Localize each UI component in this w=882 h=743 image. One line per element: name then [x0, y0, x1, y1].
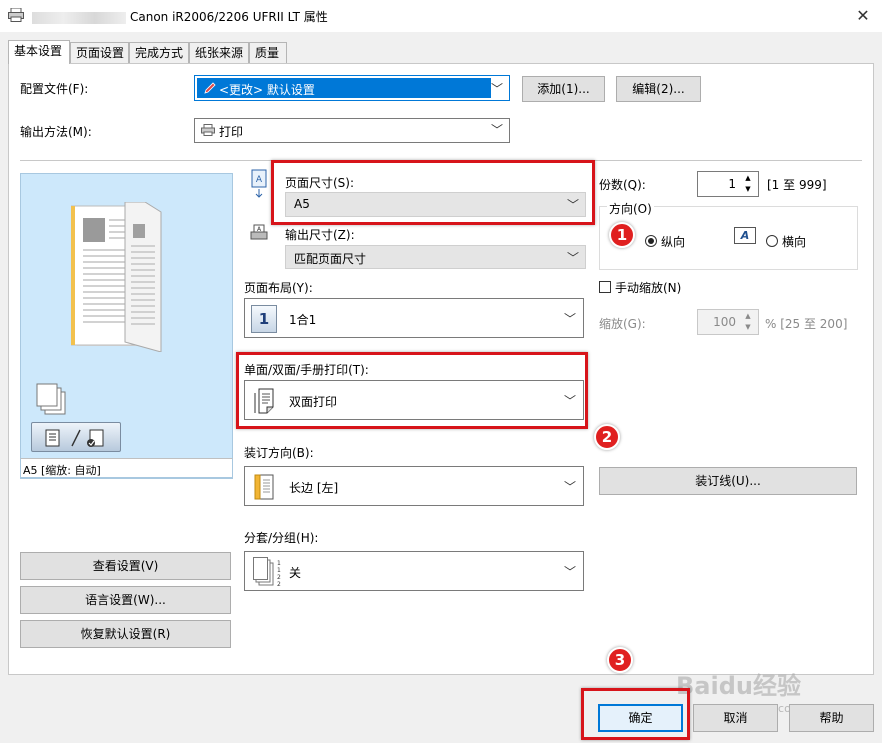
page-size-icon: A [251, 169, 267, 198]
scaling-range: % [25 至 200] [765, 317, 848, 331]
output-method-value: 打印 [219, 125, 244, 139]
page-layout-icon: 1 [251, 305, 277, 333]
output-size-select[interactable]: 匹配页面尺寸 ﹀ [285, 245, 586, 269]
spin-up-icon[interactable]: ▲ [740, 311, 756, 322]
spin-down-icon[interactable]: ▼ [740, 184, 756, 195]
orientation-group-label: 方向(O) [607, 200, 654, 217]
collate-select[interactable]: 1 1 2 2 关 ﹀ [244, 551, 584, 591]
layout-preview [20, 173, 233, 479]
title-bar: Canon iR2006/2206 UFRII LT 属性 ✕ [0, 0, 882, 32]
output-size-label: 输出尺寸(Z): [285, 228, 355, 242]
page-layout-value: 1合1 [289, 313, 317, 327]
chevron-down-icon: ﹀ [490, 82, 503, 96]
scaling-value: 100 [713, 315, 736, 329]
page-layout-label: 页面布局(Y): [244, 281, 313, 295]
step-badge-1: 1 [609, 222, 635, 248]
collate-label: 分套/分组(H): [244, 531, 319, 545]
landscape-radio[interactable] [766, 235, 778, 247]
output-method-label: 输出方法(M): [20, 125, 92, 139]
tab-page-setup[interactable]: 页面设置 [70, 42, 129, 64]
copies-label: 份数(Q): [599, 178, 646, 192]
chevron-down-icon: ﹀ [563, 312, 576, 326]
printer-icon [8, 8, 24, 22]
highlight-ok-button [581, 688, 690, 740]
chevron-down-icon: ﹀ [566, 251, 579, 265]
scaling-stepper[interactable]: 100 ▲ ▼ [697, 309, 759, 335]
highlight-page-size [271, 160, 595, 225]
window-title: Canon iR2006/2206 UFRII LT 属性 [130, 10, 328, 24]
watermark-brand: Baidu经验 [676, 672, 801, 700]
long-edge-left-binding-icon [254, 474, 274, 500]
preview-status: A5 [缩放: 自动] [23, 464, 101, 477]
add-profile-button[interactable]: 添加(1)... [522, 76, 605, 102]
page-layout-select[interactable]: 1 1合1 ﹀ [244, 298, 584, 338]
duplex-mode-icon [45, 429, 104, 447]
pencil-icon [204, 82, 216, 94]
duplex-page-preview-icon [71, 202, 162, 352]
copies-stack-icon [36, 383, 66, 415]
spin-up-icon[interactable]: ▲ [740, 173, 756, 184]
copies-value: 1 [728, 177, 736, 191]
collate-icon: 1 1 2 2 [253, 557, 281, 587]
portrait-label: 纵向 [661, 235, 686, 249]
manual-scaling-label: 手动缩放(N) [615, 281, 682, 295]
svg-text:A: A [256, 175, 263, 185]
landscape-icon: A [734, 227, 756, 244]
step-badge-2: 2 [594, 424, 620, 450]
close-icon: ✕ [856, 6, 870, 25]
copies-stepper[interactable]: 1 ▲ ▼ [697, 171, 759, 197]
help-button[interactable]: 帮助 [789, 704, 874, 732]
printer-icon [201, 124, 215, 136]
profile-label: 配置文件(F): [20, 82, 89, 96]
close-button[interactable]: ✕ [846, 2, 880, 30]
highlight-duplex [236, 352, 588, 429]
manual-scaling-checkbox[interactable] [599, 281, 611, 293]
svg-text:1: 1 [277, 567, 281, 574]
edit-profile-button[interactable]: 编辑(2)... [616, 76, 701, 102]
binding-location-select[interactable]: 长边 [左] ﹀ [244, 466, 584, 506]
copies-range: [1 至 999] [767, 178, 827, 192]
profile-value: <更改> 默认设置 [219, 83, 315, 97]
scaling-label: 缩放(G): [599, 317, 646, 331]
gutter-button[interactable]: 装订线(U)... [599, 467, 857, 495]
tab-quality[interactable]: 质量 [249, 42, 287, 64]
landscape-label: 横向 [782, 235, 807, 249]
chevron-down-icon: ﹀ [563, 480, 576, 494]
profile-select[interactable]: <更改> 默认设置 ﹀ [194, 75, 510, 101]
binding-location-value: 长边 [左] [289, 481, 339, 495]
redacted-printer-address [32, 11, 126, 24]
duplex-preview-button[interactable] [31, 422, 121, 452]
portrait-radio[interactable] [645, 235, 657, 247]
tab-finishing[interactable]: 完成方式 [129, 42, 189, 64]
collate-value: 关 [289, 566, 302, 580]
svg-text:1: 1 [277, 560, 281, 567]
restore-defaults-button[interactable]: 恢复默认设置(R) [20, 620, 231, 648]
svg-text:2: 2 [277, 574, 281, 581]
chevron-down-icon: ﹀ [490, 123, 503, 137]
binding-location-label: 装订方向(B): [244, 446, 314, 460]
svg-text:2: 2 [277, 581, 281, 587]
output-size-value: 匹配页面尺寸 [294, 252, 367, 266]
output-size-icon: A [250, 224, 268, 240]
output-method-select[interactable]: 打印 ﹀ [194, 118, 510, 143]
chevron-down-icon: ﹀ [563, 565, 576, 579]
cancel-button[interactable]: 取消 [693, 704, 778, 732]
language-settings-button[interactable]: 语言设置(W)... [20, 586, 231, 614]
view-settings-button[interactable]: 查看设置(V) [20, 552, 231, 580]
spin-down-icon[interactable]: ▼ [740, 322, 756, 333]
tab-basic-settings[interactable]: 基本设置 [8, 40, 70, 64]
tab-paper-source[interactable]: 纸张来源 [189, 42, 249, 64]
settings-panel: 配置文件(F): <更改> 默认设置 ﹀ 添加(1)... 编辑(2)... 输… [8, 63, 874, 675]
step-badge-3: 3 [607, 647, 633, 673]
